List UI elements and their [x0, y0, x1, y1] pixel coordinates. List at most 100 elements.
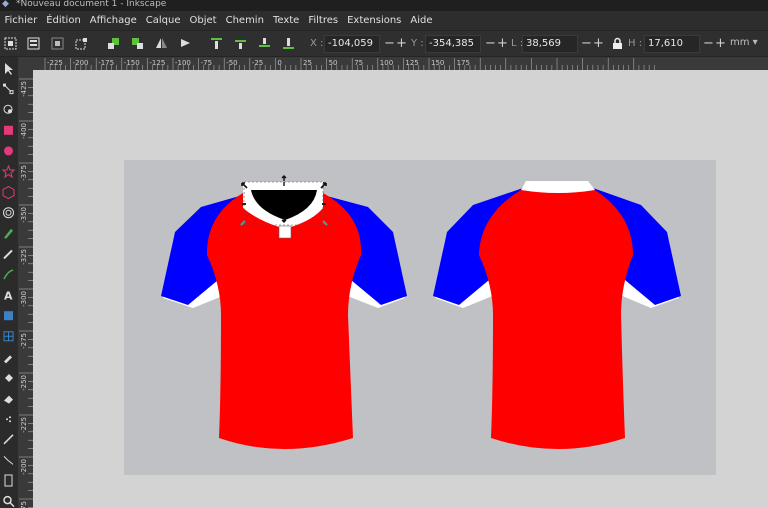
jersey-back[interactable]	[433, 181, 681, 449]
artwork	[161, 175, 681, 449]
connector-tool-icon[interactable]	[3, 456, 14, 465]
ruler-label: 25	[303, 59, 312, 67]
spray-tool-icon[interactable]	[6, 416, 11, 423]
ruler-label: -100	[175, 59, 191, 67]
rectangle-tool-icon[interactable]	[4, 125, 13, 135]
y-field[interactable]: -354,385	[425, 35, 481, 53]
ruler-label: 50	[329, 59, 338, 67]
menu-chemin[interactable]: Chemin	[221, 15, 268, 26]
menu-bar: Fichier Édition Affichage Calque Objet C…	[0, 11, 768, 30]
menu-objet[interactable]: Objet	[185, 15, 221, 26]
measure-tool-icon[interactable]	[3, 434, 14, 445]
ruler-label: -25	[252, 59, 263, 67]
paint-bucket-tool-icon[interactable]	[5, 374, 13, 382]
svg-text:A: A	[4, 290, 13, 303]
page-tool-icon[interactable]	[4, 474, 13, 487]
text-tool-icon[interactable]: A	[4, 290, 13, 303]
node-tool-icon[interactable]	[3, 83, 14, 95]
flip-vertical-icon[interactable]	[179, 37, 192, 50]
x-decrement-button[interactable]: −	[384, 36, 395, 51]
x-field[interactable]: -104,059	[324, 35, 380, 53]
ellipse-tool-icon[interactable]	[4, 146, 13, 156]
height-field[interactable]: 17,610	[644, 35, 700, 53]
menu-filtres[interactable]: Filtres	[304, 15, 343, 26]
ruler-label: -75	[201, 59, 212, 67]
calligraphy-tool-icon[interactable]	[3, 269, 14, 280]
x-increment-button[interactable]: +	[396, 36, 407, 51]
ruler-label: -200	[73, 59, 89, 67]
inkscape-logo-icon: ◆	[2, 0, 9, 9]
raise-icon[interactable]	[234, 37, 247, 50]
window-title: *Nouveau document 1 - Inkscape	[16, 0, 167, 9]
eraser-tool-icon[interactable]	[4, 395, 13, 404]
height-increment-button[interactable]: +	[715, 36, 726, 51]
flip-horizontal-icon[interactable]	[155, 37, 168, 50]
gradient-tool-icon[interactable]	[4, 311, 13, 321]
drawing-canvas[interactable]	[33, 70, 768, 508]
y-decrement-button[interactable]: −	[485, 36, 496, 51]
ruler-label: 175	[457, 59, 470, 67]
ruler-label: -275	[20, 333, 28, 349]
height-label: H :	[628, 38, 643, 49]
ruler-label: 100	[380, 59, 393, 67]
tool-controls-bar: X : -104,059 − + Y : -354,385 − + L : 38…	[0, 30, 768, 57]
raise-to-top-icon[interactable]	[210, 37, 223, 50]
ruler-label: -225	[47, 59, 63, 67]
ruler-label: -375	[20, 165, 28, 181]
ruler-label: -125	[149, 59, 165, 67]
ruler-label: -325	[20, 249, 28, 265]
deselect-icon[interactable]	[75, 37, 88, 50]
mesh-tool-icon[interactable]	[3, 331, 14, 342]
y-increment-button[interactable]: +	[497, 36, 508, 51]
lock-icon[interactable]	[611, 37, 624, 50]
menu-fichier[interactable]: Fichier	[0, 15, 42, 26]
ruler-label: -300	[20, 291, 28, 307]
select-all-icon[interactable]	[4, 37, 17, 50]
ruler-label: -50	[226, 59, 237, 67]
ruler-label: -400	[20, 123, 28, 139]
width-increment-button[interactable]: +	[593, 36, 604, 51]
ruler-label: -225	[20, 417, 28, 433]
vertical-ruler[interactable]: -425 -400 -375 -350 -325 -300 -275 -250 -225 -200…	[18, 57, 33, 508]
star-tool-icon[interactable]	[1, 164, 16, 179]
select-same-icon[interactable]	[51, 37, 64, 50]
ruler-label: -175	[20, 501, 28, 508]
ruler-label: -175	[98, 59, 114, 67]
x-label: X :	[310, 38, 324, 49]
tweak-tool-icon[interactable]	[3, 104, 13, 114]
ruler-label: 0	[277, 59, 281, 67]
back-body[interactable]	[479, 190, 633, 449]
menu-calque[interactable]: Calque	[141, 15, 185, 26]
toolbox: A	[0, 57, 18, 508]
menu-texte[interactable]: Texte	[268, 15, 303, 26]
rotate-cw-icon[interactable]	[131, 37, 144, 50]
back-collar[interactable]	[521, 181, 595, 193]
width-decrement-button[interactable]: −	[581, 36, 592, 51]
pencil-tool-icon[interactable]	[3, 249, 13, 260]
ruler-label: 75	[354, 59, 363, 67]
lower-to-bottom-icon[interactable]	[282, 37, 295, 50]
unit-select[interactable]: mm ▾	[730, 37, 758, 48]
dropper-tool-icon[interactable]	[4, 355, 12, 364]
rotate-ccw-icon[interactable]	[107, 37, 120, 50]
zoom-tool-icon[interactable]	[3, 495, 15, 508]
select-all-layers-icon[interactable]	[27, 37, 40, 50]
spiral-tool-icon[interactable]	[3, 207, 14, 219]
selector-tool-icon[interactable]	[5, 63, 13, 75]
menu-extensions[interactable]: Extensions	[343, 15, 406, 26]
ruler-label: 150	[431, 59, 444, 67]
menu-aide[interactable]: Aide	[406, 15, 437, 26]
ruler-label: -200	[20, 459, 28, 475]
ruler-label: 125	[405, 59, 418, 67]
height-decrement-button[interactable]: −	[703, 36, 714, 51]
menu-affichage[interactable]: Affichage	[85, 15, 141, 26]
horizontal-ruler[interactable]: -225 -200 -175 -150 -125 -100 -75 -50 -25 0 25 50 75…	[0, 57, 768, 70]
jersey-front[interactable]	[161, 175, 407, 449]
window-titlebar: ◆ *Nouveau document 1 - Inkscape	[0, 0, 768, 11]
ruler-label: -425	[20, 81, 28, 97]
menu-edition[interactable]: Édition	[42, 15, 86, 26]
pen-tool-icon[interactable]	[4, 228, 13, 239]
width-field[interactable]: 38,569	[522, 35, 578, 53]
box3d-tool-icon[interactable]	[2, 186, 15, 200]
lower-icon[interactable]	[258, 37, 271, 50]
